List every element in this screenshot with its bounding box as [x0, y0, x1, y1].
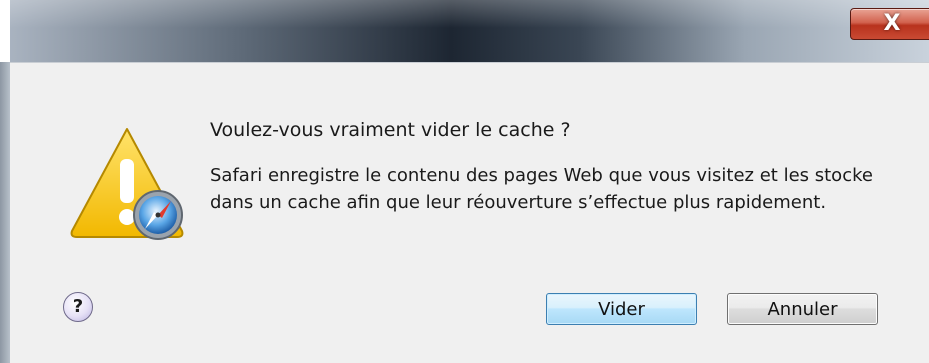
title-bar[interactable]: X: [10, 0, 929, 62]
help-button[interactable]: ?: [63, 292, 93, 322]
vider-button[interactable]: Vider: [546, 293, 697, 325]
close-button[interactable]: X: [850, 8, 929, 40]
main-instruction: Voulez-vous vraiment vider le cache ?: [210, 119, 571, 141]
warning-icon: [70, 128, 184, 240]
annuler-button[interactable]: Annuler: [727, 293, 878, 325]
title-bar-sheen: [10, 0, 929, 28]
window-frame-left: [0, 62, 10, 363]
safari-compass-icon: [133, 190, 183, 240]
screen: X Voulez-vous vraiment vider le cache ? …: [0, 0, 929, 363]
content-text: Safari enregistre le contenu des pages W…: [210, 165, 873, 213]
dialog-body: Voulez-vous vraiment vider le cache ? Sa…: [10, 62, 929, 363]
close-icon: X: [883, 11, 901, 36]
help-icon: ?: [72, 296, 84, 317]
